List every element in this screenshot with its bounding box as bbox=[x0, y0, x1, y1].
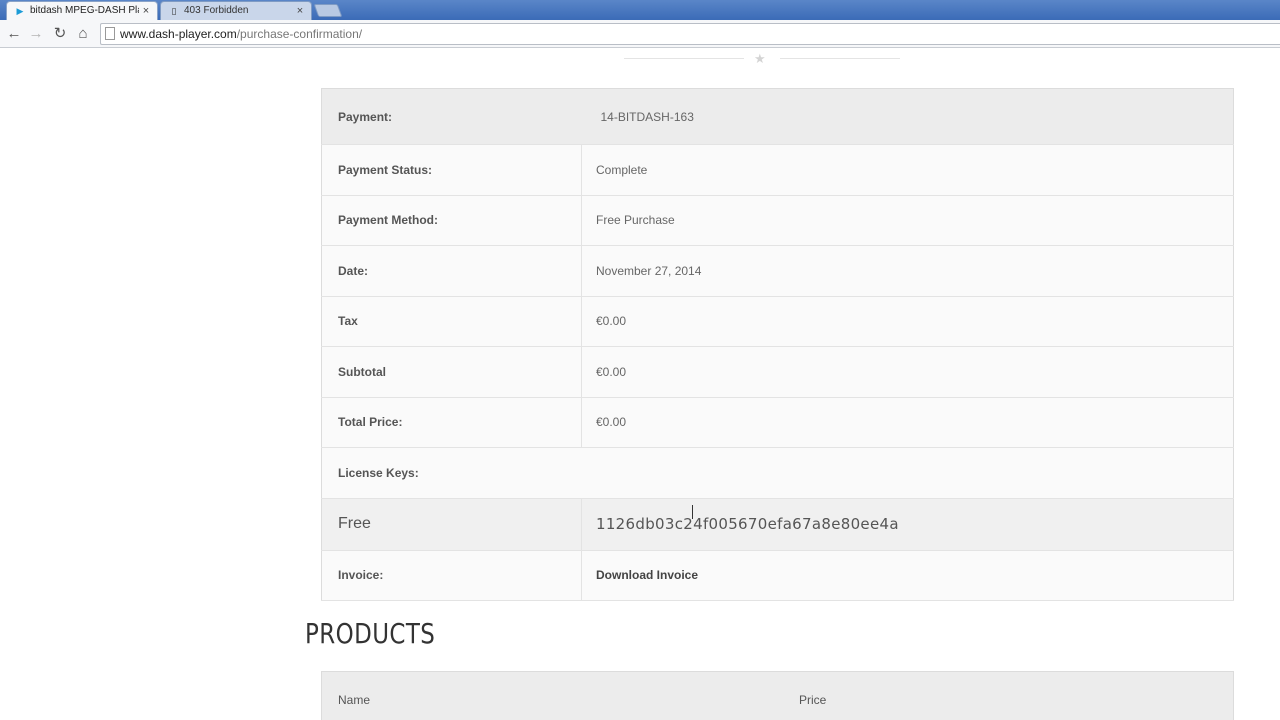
row-value: €0.00 bbox=[581, 296, 1234, 347]
row-value: Free Purchase bbox=[581, 195, 1234, 246]
row-value: €0.00 bbox=[581, 397, 1234, 448]
purchase-receipt-table: Payment: 14-BITDASH-163 Payment Status: … bbox=[321, 88, 1234, 601]
reload-icon[interactable]: ↻ bbox=[51, 24, 69, 44]
license-name: Free bbox=[321, 498, 582, 551]
url-text: www.dash-player.com/purchase-confirmatio… bbox=[120, 24, 362, 44]
url-path: /purchase-confirmation/ bbox=[236, 27, 363, 41]
forward-icon[interactable]: → bbox=[27, 24, 45, 44]
invoice-label: Invoice: bbox=[321, 550, 582, 601]
table-row-payment: Payment: 14-BITDASH-163 bbox=[321, 88, 1234, 145]
row-label: Total Price: bbox=[321, 397, 582, 448]
close-icon[interactable]: × bbox=[293, 2, 307, 20]
close-icon[interactable]: × bbox=[139, 2, 153, 20]
row-label: Payment Status: bbox=[321, 144, 582, 196]
license-key: 1126db03c24f005670efa67a8e80ee4a bbox=[581, 498, 1234, 551]
tab-forbidden[interactable]: ▯ 403 Forbidden × bbox=[160, 1, 312, 20]
back-icon[interactable]: ← bbox=[5, 24, 23, 44]
table-row-license: Free 1126db03c24f005670efa67a8e80ee4a bbox=[321, 498, 1234, 551]
table-row: Payment Status: Complete bbox=[321, 144, 1234, 196]
new-tab-button[interactable] bbox=[313, 4, 343, 17]
license-keys-label: License Keys: bbox=[321, 447, 1234, 499]
tab-title: 403 Forbidden bbox=[184, 5, 249, 16]
home-icon[interactable]: ⌂ bbox=[74, 24, 92, 44]
url-host: www.dash-player.com bbox=[120, 27, 237, 41]
tab-strip: ▶ bitdash MPEG-DASH Play × ▯ 403 Forbidd… bbox=[0, 0, 1280, 20]
page-content: ★ Payment: 14-BITDASH-163 Payment Status… bbox=[0, 48, 1280, 720]
table-row: Total Price: €0.00 bbox=[321, 397, 1234, 448]
row-value: November 27, 2014 bbox=[581, 245, 1234, 297]
table-row-invoice: Invoice: Download Invoice bbox=[321, 550, 1234, 601]
download-invoice-link[interactable]: Download Invoice bbox=[596, 568, 698, 582]
tab-title: bitdash MPEG-DASH Play bbox=[30, 5, 139, 16]
row-value: €0.00 bbox=[581, 346, 1234, 398]
address-bar[interactable]: www.dash-player.com/purchase-confirmatio… bbox=[100, 23, 1280, 45]
products-table-header: Name Price bbox=[321, 671, 1234, 720]
invoice-cell: Download Invoice bbox=[581, 550, 1234, 601]
row-label: Subtotal bbox=[321, 346, 582, 398]
payment-value: 14-BITDASH-163 bbox=[581, 88, 1234, 145]
column-header-price: Price bbox=[799, 693, 827, 707]
table-row: Subtotal €0.00 bbox=[321, 346, 1234, 398]
tab-bitdash[interactable]: ▶ bitdash MPEG-DASH Play × bbox=[6, 1, 158, 20]
divider-line bbox=[624, 58, 744, 59]
table-row: Tax €0.00 bbox=[321, 296, 1234, 347]
browser-toolbar: ← → ↻ ⌂ www.dash-player.com/purchase-con… bbox=[0, 20, 1280, 48]
text-cursor bbox=[692, 505, 693, 519]
row-value: Complete bbox=[581, 144, 1234, 196]
page-icon bbox=[105, 27, 115, 40]
row-label: Date: bbox=[321, 245, 582, 297]
table-row: Date: November 27, 2014 bbox=[321, 245, 1234, 297]
row-label: Tax bbox=[321, 296, 582, 347]
products-heading: PRODUCTS bbox=[305, 617, 436, 650]
page-icon: ▯ bbox=[171, 6, 177, 16]
column-header-name: Name bbox=[338, 693, 371, 707]
play-icon: ▶ bbox=[16, 6, 24, 16]
divider-line bbox=[780, 58, 900, 59]
star-icon: ★ bbox=[754, 51, 766, 66]
row-label: Payment Method: bbox=[321, 195, 582, 246]
table-row: Payment Method: Free Purchase bbox=[321, 195, 1234, 246]
table-row-license-keys: License Keys: bbox=[321, 447, 1234, 499]
payment-label: Payment: bbox=[321, 88, 582, 145]
